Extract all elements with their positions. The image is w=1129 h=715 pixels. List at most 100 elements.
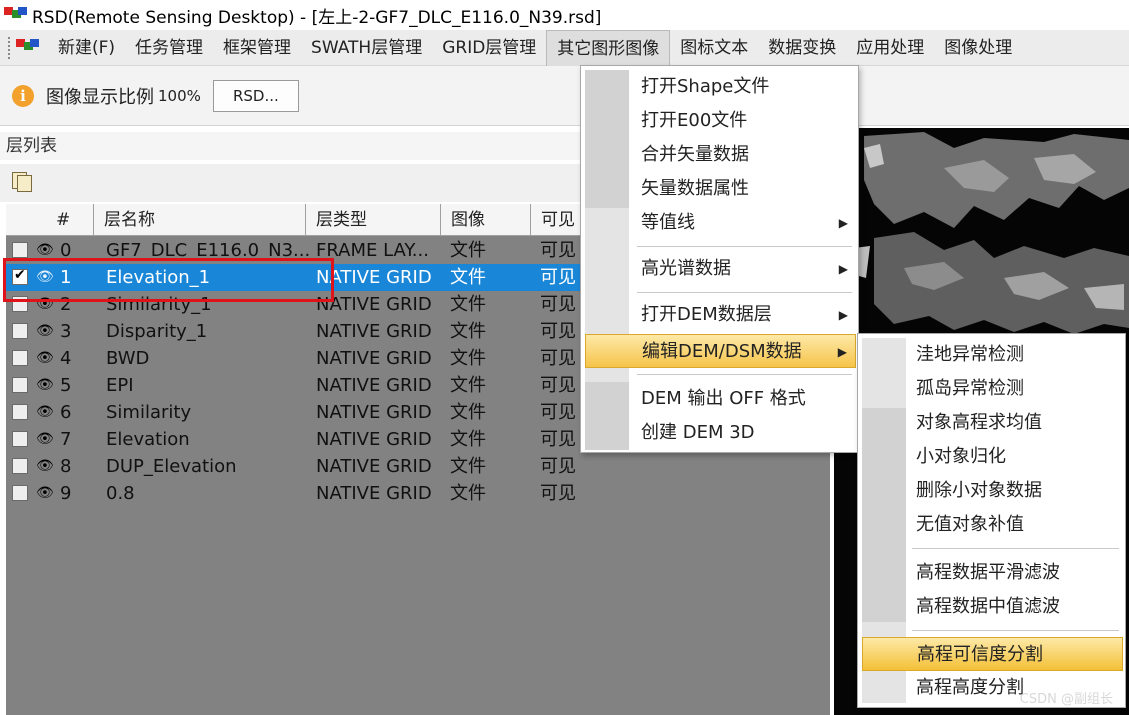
- layer-number: 6: [60, 402, 72, 423]
- menu-grid-layer[interactable]: GRID层管理: [432, 30, 546, 66]
- layer-visibility-checkbox[interactable]: [12, 350, 28, 366]
- eye-icon[interactable]: 👁: [36, 404, 54, 420]
- layer-visible-status: 可见: [540, 402, 576, 423]
- menu-task-management[interactable]: 任务管理: [125, 30, 213, 66]
- layer-type: NATIVE GRID: [316, 402, 432, 423]
- watermark: CSDN @副组长: [1019, 692, 1113, 707]
- eye-icon[interactable]: 👁: [36, 485, 54, 501]
- submenu-arrow-icon: ▶: [838, 308, 848, 322]
- layer-image-source: 文件: [450, 321, 486, 342]
- menu-swath-layer[interactable]: SWATH层管理: [301, 30, 432, 66]
- edit-dem-submenu: 洼地异常检测 孤岛异常检测 对象高程求均值 小对象归化 删除小对象数据 无值对象…: [857, 333, 1126, 708]
- menu-hyperspectral-data[interactable]: 高光谱数据 ▶: [585, 252, 856, 286]
- other-graphics-dropdown: 打开Shape文件 打开E00文件 合并矢量数据 矢量数据属性 等值线 ▶ 高光谱…: [580, 65, 859, 453]
- menu-delete-small-objects[interactable]: 删除小对象数据: [862, 474, 1123, 508]
- layer-image-source: 文件: [450, 267, 486, 288]
- submenu-arrow-icon: ▶: [838, 216, 848, 230]
- menu-frame-management[interactable]: 框架管理: [213, 30, 301, 66]
- column-header-layer-name[interactable]: 层名称: [94, 204, 306, 236]
- menu-image-processing[interactable]: 图像处理: [934, 30, 1022, 66]
- layer-number: 8: [60, 456, 72, 477]
- layer-visibility-checkbox[interactable]: [12, 404, 28, 420]
- layer-visible-status: 可见: [540, 456, 576, 477]
- eye-icon[interactable]: 👁: [36, 323, 54, 339]
- menu-open-shape-file[interactable]: 打开Shape文件: [585, 70, 856, 104]
- eye-icon[interactable]: 👁: [36, 350, 54, 366]
- eye-icon[interactable]: 👁: [36, 431, 54, 447]
- menu-create-dem-3d[interactable]: 创建 DEM 3D: [585, 416, 856, 450]
- layer-number: 7: [60, 429, 72, 450]
- layer-image-source: 文件: [450, 348, 486, 369]
- layer-image-source: 文件: [450, 240, 486, 261]
- menu-elevation-confidence-segmentation[interactable]: 高程可信度分割: [862, 637, 1123, 671]
- layer-visible-status: 可见: [540, 483, 576, 504]
- menu-object-elevation-mean[interactable]: 对象高程求均值: [862, 406, 1123, 440]
- menu-fill-nodata-objects[interactable]: 无值对象补值: [862, 508, 1123, 542]
- menu-file[interactable]: 新建(F): [48, 30, 125, 66]
- submenu-arrow-icon: ▶: [838, 262, 848, 276]
- rsd-button[interactable]: RSD...: [212, 79, 299, 112]
- layer-table-icon[interactable]: [12, 172, 34, 192]
- column-header-image[interactable]: 图像: [441, 204, 531, 236]
- layer-visibility-checkbox[interactable]: [12, 242, 28, 258]
- layer-visibility-checkbox[interactable]: [12, 431, 28, 447]
- layer-visibility-checkbox[interactable]: [12, 485, 28, 501]
- layer-image-source: 文件: [450, 456, 486, 477]
- menu-open-e00-file[interactable]: 打开E00文件: [585, 104, 856, 138]
- layer-image-source: 文件: [450, 294, 486, 315]
- window-title: RSD(Remote Sensing Desktop) - [左上-2-GF7_…: [32, 7, 602, 28]
- menu-elevation-smoothing-filter[interactable]: 高程数据平滑滤波: [862, 556, 1123, 590]
- layer-visible-status: 可见: [540, 294, 576, 315]
- layer-number: 4: [60, 348, 72, 369]
- layer-number: 9: [60, 483, 72, 504]
- dropdown-separator: [637, 292, 852, 293]
- layer-number: 3: [60, 321, 72, 342]
- menu-dem-output-off[interactable]: DEM 输出 OFF 格式: [585, 382, 856, 416]
- layer-visibility-checkbox[interactable]: [12, 377, 28, 393]
- layer-visible-status: 可见: [540, 267, 576, 288]
- submenu-arrow-icon: ▶: [837, 345, 847, 359]
- menu-contour-lines[interactable]: 等值线 ▶: [585, 206, 856, 240]
- menu-edit-dem-dsm-data[interactable]: 编辑DEM/DSM数据 ▶: [585, 334, 856, 368]
- layer-row[interactable]: 👁 8 DUP_Elevation NATIVE GRID 文件 可见: [6, 453, 830, 480]
- info-icon: i: [12, 84, 34, 107]
- eye-icon[interactable]: 👁: [36, 377, 54, 393]
- layer-visibility-checkbox[interactable]: [12, 458, 28, 474]
- layer-image-source: 文件: [450, 375, 486, 396]
- menu-small-object-merge[interactable]: 小对象归化: [862, 440, 1123, 474]
- column-header-number[interactable]: #: [6, 204, 94, 236]
- layer-name: DUP_Elevation: [106, 456, 237, 477]
- menu-depression-anomaly-detection[interactable]: 洼地异常检测: [862, 338, 1123, 372]
- title-bar: RSD(Remote Sensing Desktop) - [左上-2-GF7_…: [0, 0, 1129, 30]
- toolbar: i 图像显示比例 100% RSD...: [0, 66, 1129, 126]
- menu-application[interactable]: 应用处理: [846, 30, 934, 66]
- layer-type: NATIVE GRID: [316, 321, 432, 342]
- layer-type: NATIVE GRID: [316, 483, 432, 504]
- layer-visible-status: 可见: [540, 375, 576, 396]
- dropdown-separator: [637, 374, 852, 375]
- menu-grip-handle[interactable]: [8, 36, 12, 59]
- layer-name: Similarity: [106, 402, 192, 423]
- rsd-logo-icon[interactable]: [16, 38, 42, 57]
- layer-image-source: 文件: [450, 483, 486, 504]
- layer-visible-status: 可见: [540, 240, 576, 261]
- eye-icon[interactable]: 👁: [36, 242, 54, 258]
- menu-icon-text[interactable]: 图标文本: [670, 30, 758, 66]
- layer-number: 5: [60, 375, 72, 396]
- menu-other-graphics[interactable]: 其它图形图像: [546, 29, 671, 66]
- display-scale-label: 图像显示比例: [46, 86, 154, 108]
- layer-name: Elevation: [106, 429, 190, 450]
- layer-type: NATIVE GRID: [316, 456, 432, 477]
- menu-elevation-median-filter[interactable]: 高程数据中值滤波: [862, 590, 1123, 624]
- menu-open-dem-layer[interactable]: 打开DEM数据层 ▶: [585, 298, 856, 332]
- menu-merge-vector-data[interactable]: 合并矢量数据: [585, 138, 856, 172]
- eye-icon[interactable]: 👁: [36, 458, 54, 474]
- layer-name: 0.8: [106, 483, 135, 504]
- column-header-layer-type[interactable]: 层类型: [306, 204, 441, 236]
- menu-vector-data-properties[interactable]: 矢量数据属性: [585, 172, 856, 206]
- layer-visibility-checkbox[interactable]: [12, 323, 28, 339]
- menu-data-transform[interactable]: 数据变换: [758, 30, 846, 66]
- menu-island-anomaly-detection[interactable]: 孤岛异常检测: [862, 372, 1123, 406]
- submenu-separator: [912, 630, 1119, 631]
- layer-row[interactable]: 👁 9 0.8 NATIVE GRID 文件 可见: [6, 480, 830, 507]
